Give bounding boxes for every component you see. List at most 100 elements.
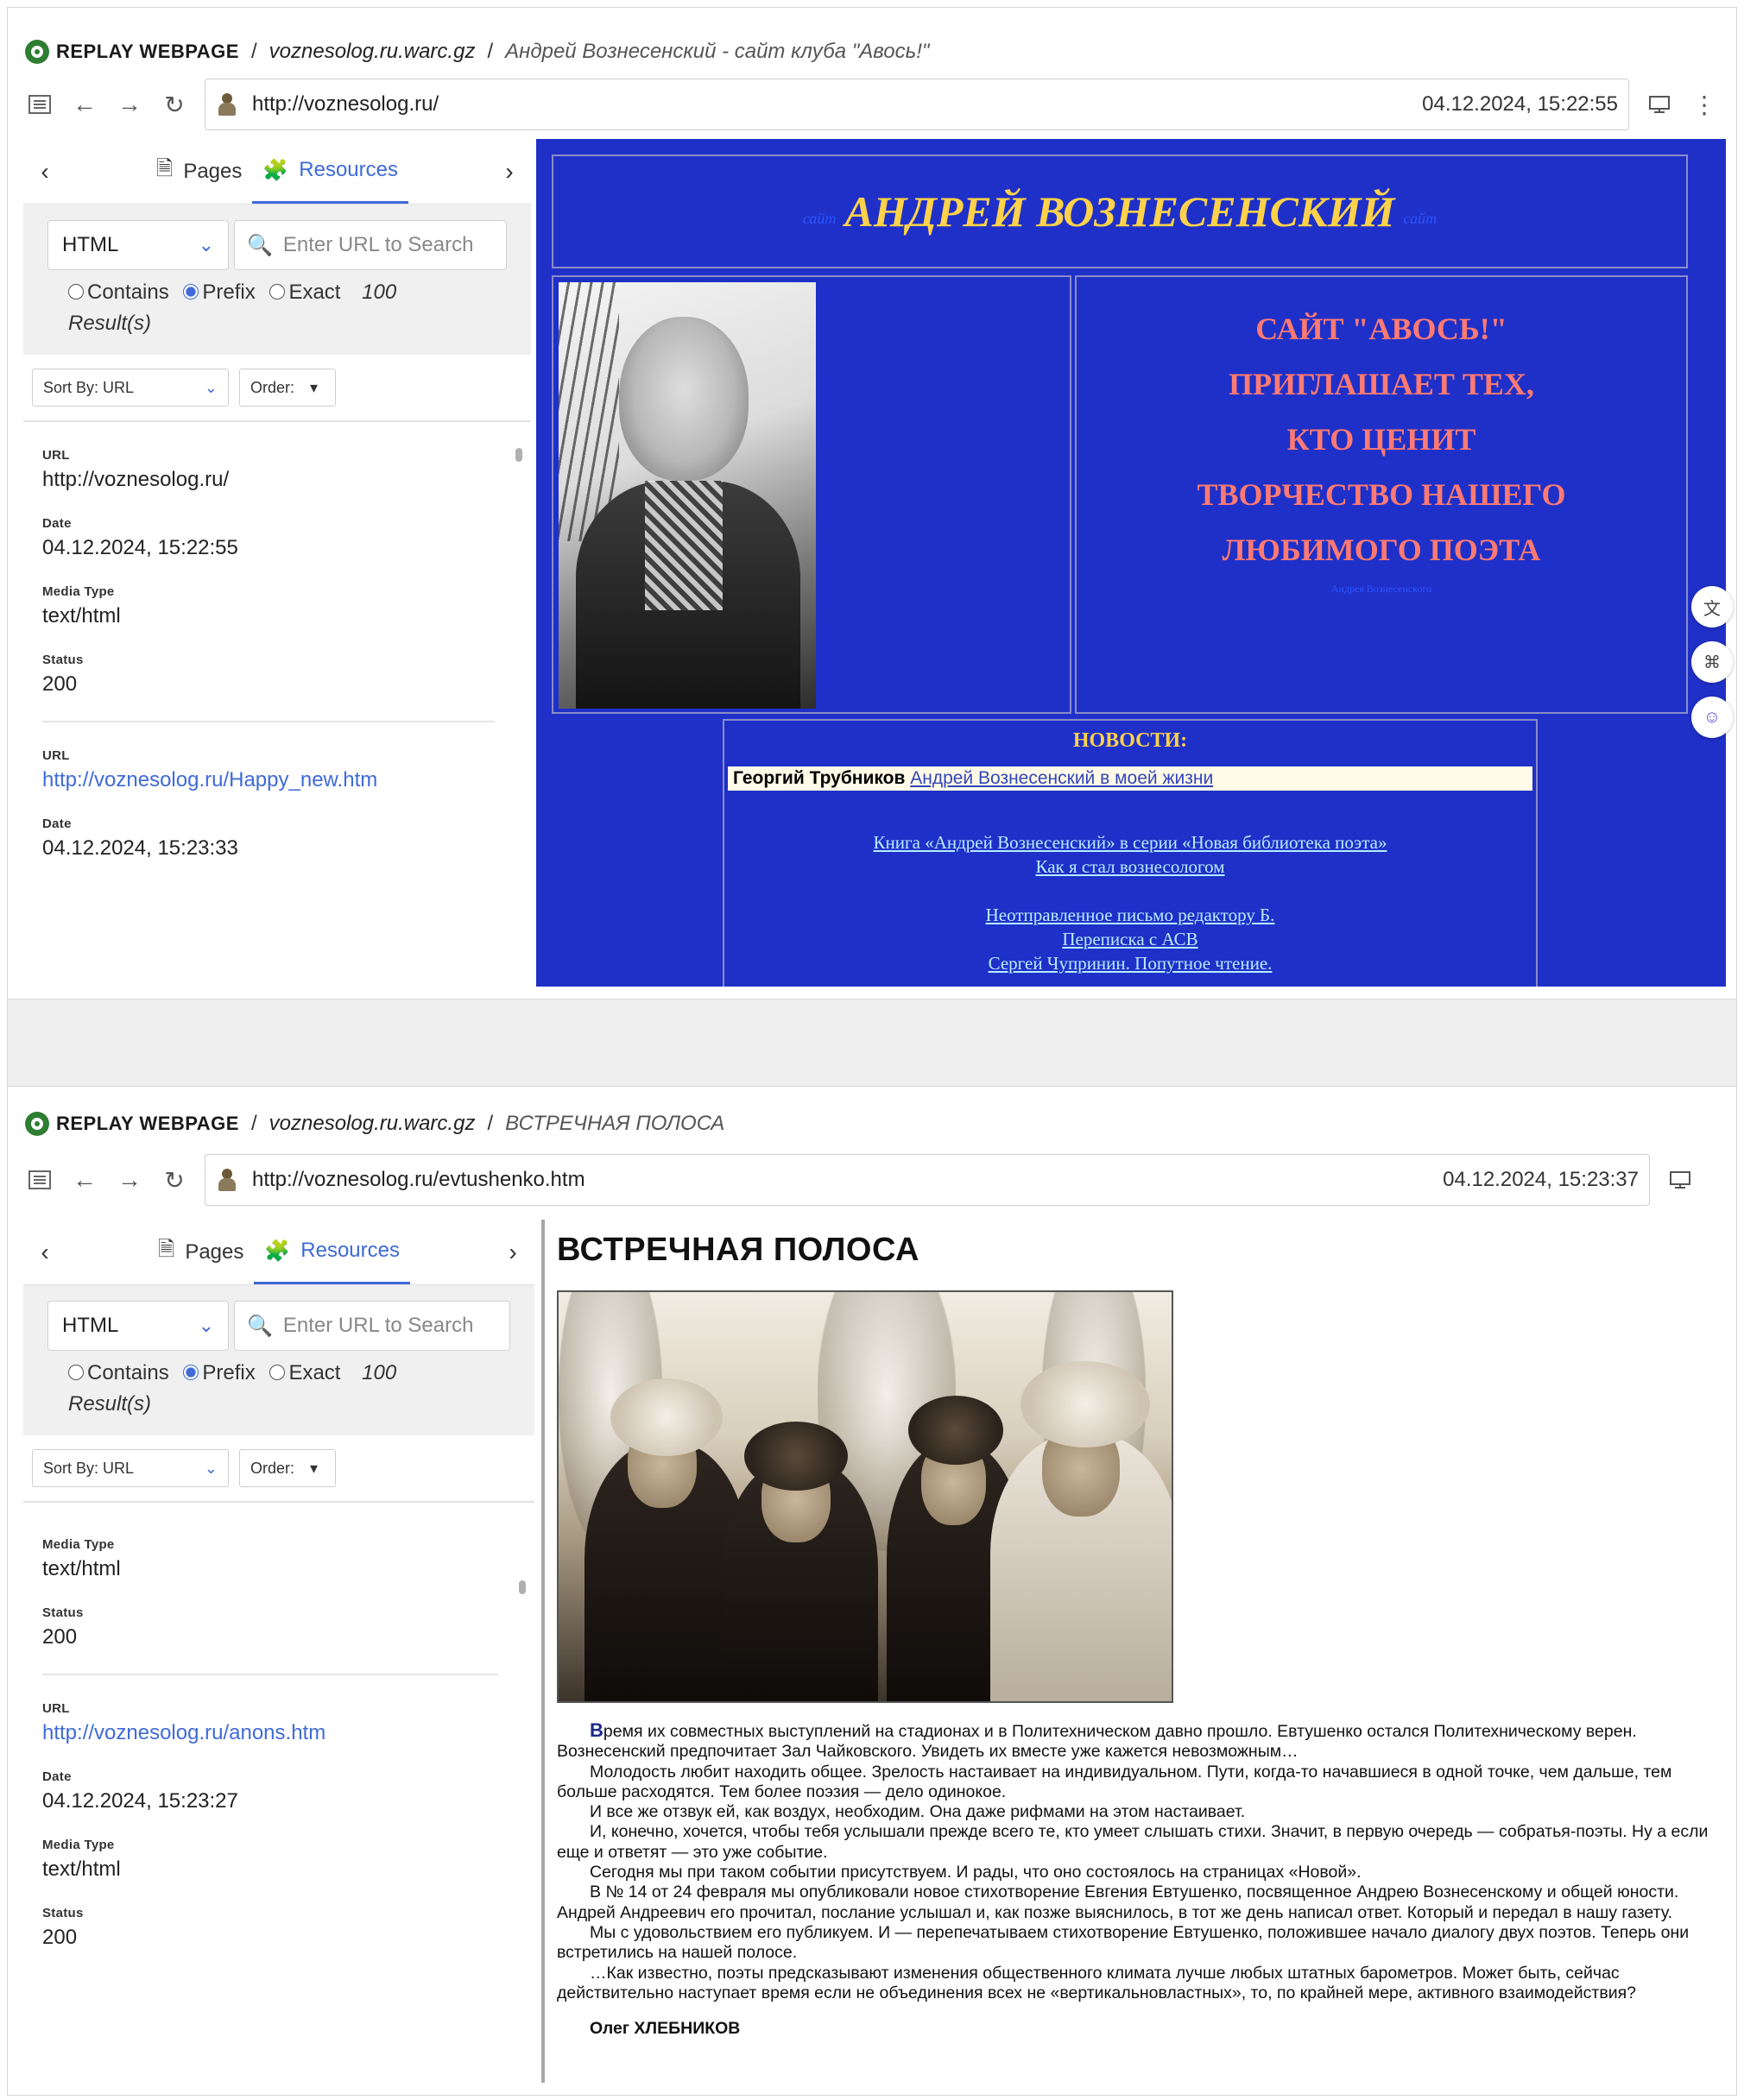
sort-row: Sort By: URL ⌄ Order: ▾ <box>23 1435 534 1503</box>
paragraph: И, конечно, хочется, чтобы тебя услышали… <box>557 1822 1709 1862</box>
chevron-right-icon[interactable]: › <box>496 158 522 186</box>
chevron-down-icon: ⌄ <box>204 378 218 396</box>
radio-contains[interactable]: Contains <box>68 281 169 304</box>
chevron-right-icon[interactable]: › <box>500 1239 526 1266</box>
news-heading: НОВОСТИ: <box>1072 729 1188 752</box>
navigation-bar: ← → ↻ http://voznesolog.ru/ 04.12.2024, … <box>25 79 1719 130</box>
news-link[interactable]: Сергей Чупринин. Попутное чтение. <box>724 951 1536 975</box>
filter-box: HTML ⌄ 🔍 Enter URL to Search Contains Pr… <box>23 205 531 355</box>
paragraph: …Как известно, поэты предсказывают измен… <box>557 1963 1637 2002</box>
field-label: Date <box>42 817 72 831</box>
breadcrumb-separator: / <box>250 40 257 63</box>
url-bar[interactable]: http://voznesolog.ru/evtushenko.htm 04.1… <box>205 1154 1650 1206</box>
brand[interactable]: REPLAY WEBPAGE <box>25 1112 239 1136</box>
news-link[interactable]: Переписка с АСВ <box>724 927 1536 951</box>
sort-by-select[interactable]: Sort By: URL ⌄ <box>32 369 229 407</box>
forward-arrow-icon[interactable]: → <box>115 90 144 119</box>
radio-exact[interactable]: Exact <box>269 1361 340 1384</box>
url-text[interactable]: http://voznesolog.ru/evtushenko.htm <box>252 1168 1443 1192</box>
back-arrow-icon[interactable]: ← <box>70 90 99 119</box>
paragraph: Молодость любит находить общее. Зрелость… <box>557 1762 1672 1801</box>
scrollbar-thumb[interactable] <box>515 448 522 462</box>
pane-divider[interactable] <box>541 1220 545 2083</box>
result-count: 100 <box>362 281 397 304</box>
sidebar-toggle-icon[interactable] <box>25 90 54 119</box>
results-label: Result(s) <box>68 1392 152 1416</box>
sidebar-tabs: ‹ 🗎 Pages 🧩 Resources › <box>23 1220 534 1285</box>
sort-by-select[interactable]: Sort By: URL ⌄ <box>32 1449 229 1487</box>
resources-sidebar: ‹ 🗎 Pages 🧩 Resources › HTML ⌄ 🔍 Enter U… <box>23 1220 534 2091</box>
desktop-view-icon[interactable] <box>1645 90 1674 119</box>
header-small-right: сайт <box>1403 209 1438 227</box>
radio-exact[interactable]: Exact <box>269 281 340 304</box>
resource-status: 200 <box>42 1926 78 1949</box>
sidebar-toggle-icon[interactable] <box>25 1165 54 1195</box>
site-favicon-icon <box>216 1169 238 1191</box>
resource-url: http://voznesolog.ru/ <box>42 468 230 491</box>
tab-pages[interactable]: 🗎 Pages <box>148 1220 254 1284</box>
caret-down-icon: ▾ <box>310 1459 319 1477</box>
result-count: 100 <box>362 1361 397 1384</box>
order-select[interactable]: Order: ▾ <box>239 1449 336 1487</box>
assistant-icon[interactable]: ☺ <box>1691 697 1733 738</box>
author-signature: Олег ХЛЕБНИКОВ <box>590 2019 741 2039</box>
chevron-left-icon[interactable]: ‹ <box>32 1239 58 1266</box>
news-link[interactable]: Как я стал вознесологом <box>724 855 1536 879</box>
url-text[interactable]: http://voznesolog.ru/ <box>252 92 1422 117</box>
command-icon[interactable]: ⌘ <box>1691 641 1733 683</box>
archive-file-name[interactable]: voznesolog.ru.warc.gz <box>269 40 476 64</box>
resource-status: 200 <box>42 1625 78 1649</box>
resource-type-value: HTML <box>62 233 119 256</box>
desktop-view-icon[interactable] <box>1665 1165 1695 1195</box>
tab-resources[interactable]: 🧩 Resources <box>254 1220 410 1284</box>
forward-arrow-icon[interactable]: → <box>115 1165 144 1195</box>
order-select[interactable]: Order: ▾ <box>239 369 336 407</box>
invite-cell: САЙТ "АВОСЬ!" ПРИГЛАШАЕТ ТЕХ, КТО ЦЕНИТ … <box>1075 275 1688 714</box>
title-bar: REPLAY WEBPAGE / voznesolog.ru.warc.gz /… <box>25 28 1719 75</box>
brand[interactable]: REPLAY WEBPAGE <box>25 40 239 64</box>
url-search-input[interactable]: 🔍 Enter URL to Search <box>234 1301 510 1351</box>
url-bar[interactable]: http://voznesolog.ru/ 04.12.2024, 15:22:… <box>205 79 1629 130</box>
list-item[interactable]: URL http://voznesolog.ru/Happy_new.htm Da… <box>42 722 495 861</box>
chevron-left-icon[interactable]: ‹ <box>32 158 58 186</box>
scrollbar-thumb[interactable] <box>519 1580 526 1594</box>
document-icon: 🗎 <box>158 1238 175 1261</box>
navigation-bar: ← → ↻ http://voznesolog.ru/evtushenko.ht… <box>25 1154 1695 1206</box>
radio-prefix[interactable]: Prefix <box>183 1361 256 1384</box>
tab-pages[interactable]: 🗎 Pages <box>146 139 252 204</box>
news-link[interactable]: Неотправленное письмо редактору Б. <box>724 903 1536 927</box>
news-link[interactable]: Книга «Андрей Вознесенский» в серии «Нов… <box>724 830 1536 855</box>
featured-link[interactable]: Андрей Вознесенский в моей жизни <box>910 768 1213 788</box>
resource-url-link[interactable]: http://voznesolog.ru/anons.htm <box>42 1721 498 1745</box>
paragraph: Сегодня мы при таком событии присутствуе… <box>590 1863 1362 1882</box>
field-label: Media Type <box>42 584 115 599</box>
resource-type-select[interactable]: HTML ⌄ <box>47 220 229 270</box>
field-label: Date <box>42 516 72 531</box>
reload-icon[interactable]: ↻ <box>160 90 189 119</box>
brand-label: REPLAY WEBPAGE <box>56 1113 239 1134</box>
field-label: Date <box>42 1769 72 1784</box>
sort-row: Sort By: URL ⌄ Order: ▾ <box>23 355 531 422</box>
radio-contains[interactable]: Contains <box>68 1361 169 1384</box>
back-arrow-icon[interactable]: ← <box>70 1165 99 1195</box>
translate-icon[interactable]: 文 <box>1691 586 1733 627</box>
tab-resources[interactable]: 🧩 Resources <box>252 139 408 204</box>
url-search-input[interactable]: 🔍 Enter URL to Search <box>234 220 507 270</box>
resource-url-link[interactable]: http://voznesolog.ru/Happy_new.htm <box>42 768 495 792</box>
breadcrumb-separator: / <box>487 40 494 63</box>
invite-line: КТО ЦЕНИТ <box>1286 422 1476 457</box>
puzzle-icon: 🧩 <box>262 158 289 182</box>
resource-type-select[interactable]: HTML ⌄ <box>47 1301 229 1351</box>
resource-status: 200 <box>42 672 78 696</box>
featured-author: Георгий Трубников <box>733 768 906 788</box>
reload-icon[interactable]: ↻ <box>160 1165 189 1195</box>
field-label: Status <box>42 1605 84 1620</box>
radio-prefix[interactable]: Prefix <box>183 281 256 304</box>
more-options-icon[interactable]: ⋮ <box>1690 90 1719 119</box>
list-item[interactable]: URL http://voznesolog.ru/anons.htm Date 04… <box>42 1675 498 1950</box>
list-item[interactable]: URL http://voznesolog.ru/ Date 04.12.2024,… <box>42 422 495 722</box>
article-body: Время их совместных выступлений на стади… <box>557 1720 1722 2039</box>
archive-file-name[interactable]: voznesolog.ru.warc.gz <box>269 1112 476 1136</box>
invite-line: САЙТ "АВОСЬ!" <box>1255 312 1507 346</box>
list-item[interactable]: Media Type text/html Status 200 <box>42 1511 498 1675</box>
